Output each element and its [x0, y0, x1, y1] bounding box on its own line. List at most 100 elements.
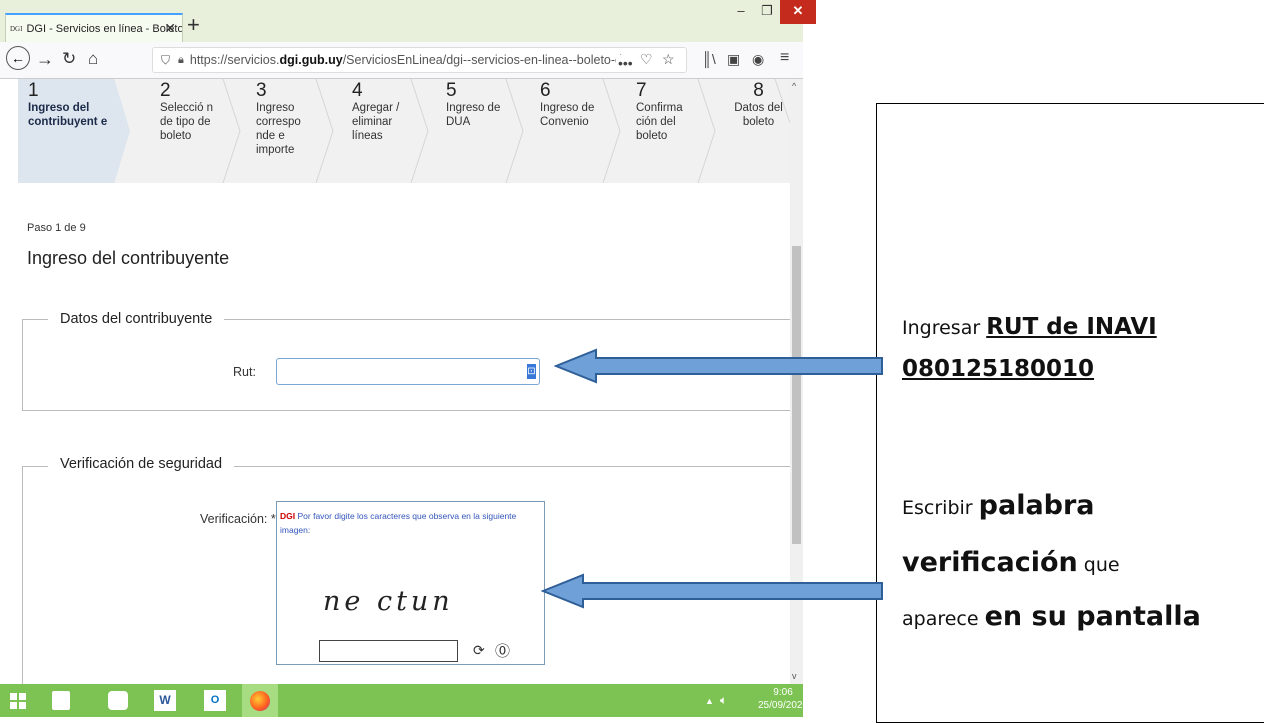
page-title: Ingreso del contribuyente: [27, 248, 230, 268]
arrow-to-rut-icon: [554, 348, 883, 384]
restore-icon[interactable]: ❐: [754, 0, 780, 24]
clock[interactable]: 9:06 25/09/2020: [758, 686, 808, 712]
step-label: Ingreso del contribuyent e: [28, 102, 108, 128]
instruction-rut-prefix: Ingresar: [902, 317, 987, 339]
legend-datos-contribuyente: Datos del contribuyente: [48, 311, 225, 327]
forward-arrow-icon[interactable]: →: [36, 48, 54, 70]
step-label: Ingreso correspo nde e importe: [256, 102, 301, 156]
window-controls: – ❐ ✕: [728, 0, 816, 28]
dgi-favicon-icon: DGI: [10, 24, 23, 33]
instruction-captcha-line3: aparece en su pantalla: [902, 601, 1201, 632]
browser-tab[interactable]: DGI DGI - Servicios en línea - Boleto ✕: [5, 13, 183, 42]
menu-icon[interactable]: ≡: [780, 49, 789, 67]
firefox-icon: [250, 691, 270, 711]
word-icon[interactable]: W: [154, 690, 176, 711]
rut-label: Rut:: [233, 365, 256, 379]
verificacion-label: Verificación: *: [200, 512, 276, 526]
account-icon[interactable]: ◉: [752, 51, 764, 68]
instruction-rut-bold: RUT de INAVI: [986, 314, 1157, 340]
url-bar[interactable]: ⛉ 🔒︎ https://servicios. dgi.gub.uy/Servic…: [152, 47, 687, 73]
tab-title: DGI - Servicios en línea - Boleto: [26, 22, 183, 35]
step-number: 2: [160, 80, 171, 101]
help-icon[interactable]: ⓪: [495, 640, 510, 661]
arrow-to-captcha-icon: [541, 573, 883, 609]
wizard-steps: 1 Ingreso del contribuyent e 2 Selecció …: [18, 79, 790, 183]
step-label: Ingreso de Convenio: [540, 102, 595, 128]
tray-chevron-icon[interactable]: ▲: [705, 696, 714, 706]
captcha-box: DGI Por favor digite los caracteres que …: [276, 501, 545, 665]
instruction-captcha-bold1: palabra: [978, 490, 1095, 521]
autofill-icon[interactable]: ⊡: [527, 364, 536, 379]
instruction-captcha-prefix2: aparece: [902, 608, 985, 630]
step-counter: Paso 1 de 9: [27, 222, 86, 234]
minimize-icon[interactable]: –: [728, 0, 754, 24]
refresh-icon[interactable]: ⟳: [473, 642, 485, 659]
instruction-rut: Ingresar RUT de INAVI: [902, 314, 1157, 340]
clock-date: 25/09/2020: [758, 700, 809, 711]
step-label: Ingreso de DUA: [446, 102, 501, 128]
step-1[interactable]: 1 Ingreso del contribuyent e: [28, 81, 108, 129]
instruction-captcha-prefix: Escribir: [902, 497, 979, 519]
instruction-captcha-bold3: en su pantalla: [984, 601, 1201, 632]
pocket-icon[interactable]: ♡: [640, 51, 653, 68]
captcha-instructions: DGI Por favor digite los caracteres que …: [280, 509, 540, 537]
scroll-down-icon[interactable]: v: [792, 671, 797, 681]
scrollbar-thumb[interactable]: [792, 246, 801, 544]
shield-icon: ⛉: [161, 52, 171, 67]
new-tab-icon[interactable]: +: [187, 14, 200, 36]
instruction-captcha-suffix: que: [1077, 554, 1120, 576]
captcha-image: ne ctun: [323, 586, 454, 617]
browser-toolbar: ← → ↻ ⌂ ⛉ 🔒︎ https://servicios. dgi.gub.u…: [0, 42, 803, 79]
dgi-logo: DGI: [280, 511, 296, 521]
page-actions-icon[interactable]: •••: [616, 55, 635, 71]
step-label: Selecció n de tipo de boleto: [160, 102, 214, 142]
legend-verificacion-seguridad: Verificación de seguridad: [48, 456, 235, 472]
step-number: 1: [28, 80, 39, 101]
reload-icon[interactable]: ↻: [62, 48, 76, 70]
step-6[interactable]: 6 Ingreso de Convenio: [540, 81, 600, 129]
instruction-captcha-line2: verificación que: [902, 547, 1120, 578]
step-number: 5: [446, 80, 457, 101]
outlook-icon[interactable]: O: [204, 690, 226, 711]
volume-muted-icon[interactable]: 🔈︎: [720, 693, 727, 708]
step-2[interactable]: 2 Selecció n de tipo de boleto: [160, 81, 220, 143]
store-icon[interactable]: [52, 691, 70, 710]
step-label: Agregar / eliminar líneas: [352, 102, 400, 142]
captcha-input[interactable]: [319, 640, 458, 662]
step-7[interactable]: 7 Confirma ción del boleto: [636, 81, 696, 143]
clock-time: 9:06: [773, 687, 793, 698]
bookmark-star-icon[interactable]: ☆: [662, 51, 675, 68]
instruction-rut-number: 080125180010: [902, 356, 1095, 382]
zoom-icon[interactable]: [108, 691, 128, 710]
firefox-task-button[interactable]: [242, 684, 278, 717]
step-number: 3: [256, 80, 267, 101]
step-5[interactable]: 5 Ingreso de DUA: [446, 81, 506, 129]
instruction-captcha-line1: Escribir palabra: [902, 490, 1095, 521]
lock-icon: 🔒︎: [178, 53, 184, 66]
sidebar-icon[interactable]: ▣: [727, 51, 740, 68]
step-number: 6: [540, 80, 551, 101]
home-icon[interactable]: ⌂: [88, 48, 98, 70]
url-domain: dgi.gub.uy: [279, 53, 343, 67]
instruction-box: Ingresar RUT de INAVI 080125180010 Escri…: [876, 103, 1264, 723]
step-8[interactable]: 8 Datos del boleto: [731, 81, 786, 129]
url-path: /ServiciosEnLinea/dgi--servicios-en-line…: [342, 53, 634, 67]
step-4[interactable]: 4 Agregar / eliminar líneas: [352, 81, 412, 143]
scroll-up-icon[interactable]: ^: [792, 81, 796, 91]
step-number: 7: [636, 80, 647, 101]
close-tab-icon[interactable]: ✕: [164, 20, 176, 37]
step-number: 8: [753, 80, 764, 101]
back-arrow-icon[interactable]: ←: [6, 46, 30, 70]
url-prefix: https://servicios.: [189, 53, 280, 67]
instruction-captcha-bold2: verificación: [902, 547, 1078, 578]
windows-taskbar: W O ▲ 🔈︎ 9:06 25/09/2020: [0, 684, 808, 717]
browser-tab-bar: DGI DGI - Servicios en línea - Boleto ✕ …: [0, 0, 816, 42]
close-window-icon[interactable]: ✕: [780, 0, 816, 24]
captcha-instructions-text: Por favor digite los caracteres que obse…: [280, 511, 517, 535]
step-label: Datos del boleto: [734, 102, 783, 128]
step-label: Confirma ción del boleto: [636, 102, 683, 142]
step-3[interactable]: 3 Ingreso correspo nde e importe: [256, 81, 316, 157]
step-number: 4: [352, 80, 363, 101]
library-icon[interactable]: ║\: [702, 51, 716, 67]
rut-input[interactable]: [276, 358, 540, 385]
